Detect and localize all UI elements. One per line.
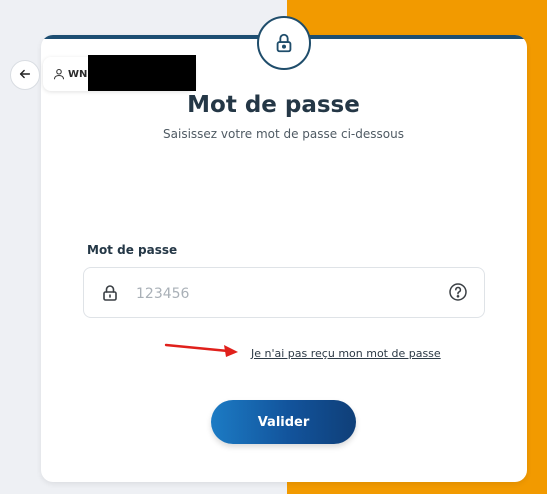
password-label: Mot de passe: [87, 243, 178, 257]
page: WN Mot de passe Saisissez votre mot de p…: [0, 0, 547, 494]
resend-password-link[interactable]: Je n'ai pas reçu mon mot de passe: [251, 347, 441, 360]
lock-badge-icon: [257, 16, 311, 70]
lock-icon: [101, 284, 119, 302]
redacted-block: [88, 55, 196, 91]
page-title: Mot de passe: [187, 92, 360, 118]
page-subtitle: Saisissez votre mot de passe ci-dessous: [163, 127, 404, 141]
password-field[interactable]: [83, 267, 485, 318]
back-button[interactable]: [10, 60, 40, 90]
user-icon: [53, 68, 65, 80]
password-input[interactable]: [134, 280, 438, 308]
submit-button[interactable]: Valider: [211, 400, 356, 444]
red-annotation-arrow-icon: [164, 343, 240, 357]
username-text: WN: [68, 68, 88, 80]
help-icon[interactable]: [448, 282, 468, 302]
arrow-left-icon: [18, 66, 32, 85]
